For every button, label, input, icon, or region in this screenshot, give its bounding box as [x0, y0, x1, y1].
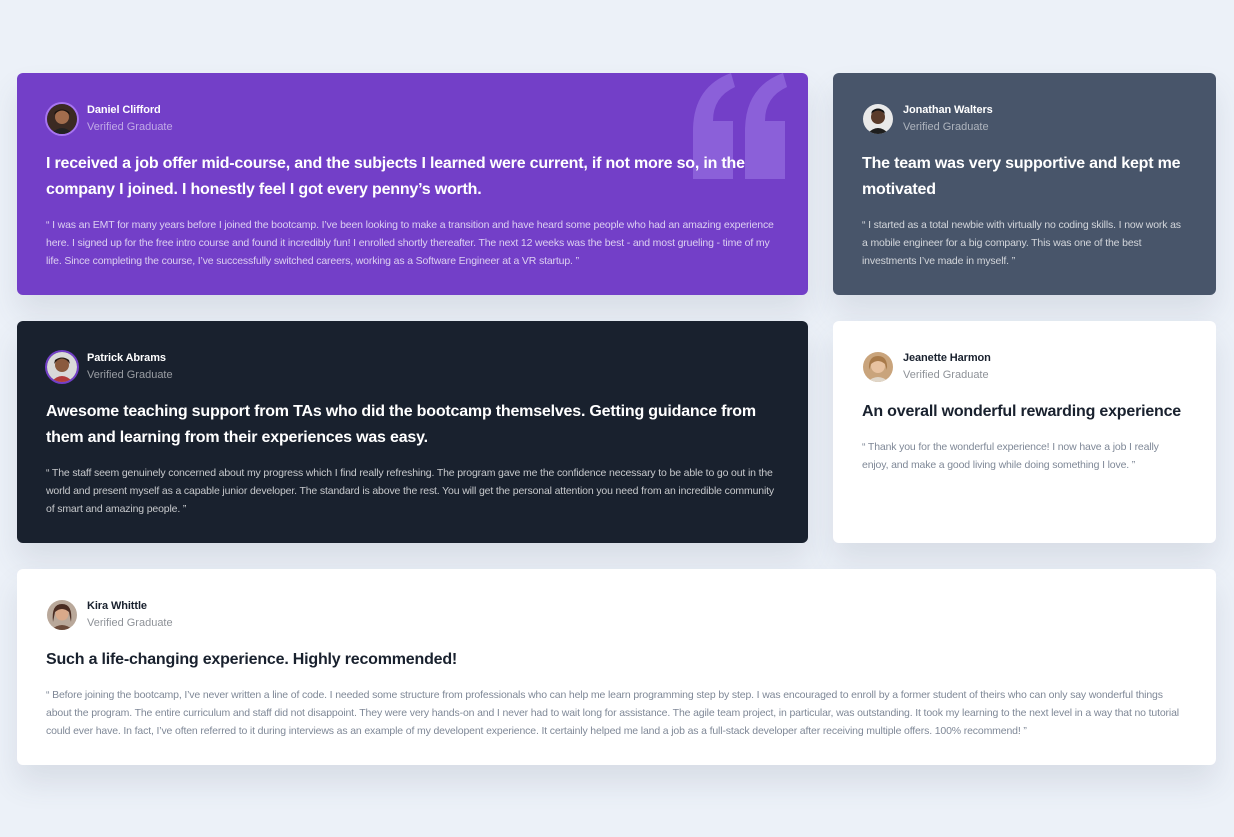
author-role: Verified Graduate [87, 121, 173, 133]
avatar-kira-icon [47, 600, 77, 630]
testimonial-headline: Such a life-changing experience. Highly … [46, 651, 458, 668]
testimonial-card-jeanette: Jeanette Harmon Verified Graduate An ove… [833, 321, 1216, 543]
testimonial-headline: Awesome teaching support from TAs who di… [46, 403, 756, 446]
author-role: Verified Graduate [87, 617, 173, 629]
card-header: Jonathan Walters Verified Graduate [862, 102, 1187, 136]
testimonial-quote: “ The staff seem genuinely concerned abo… [46, 467, 775, 515]
card-header: Jeanette Harmon Verified Graduate [862, 350, 1187, 384]
author-name: Daniel Clifford [87, 104, 161, 116]
testimonial-headline: I received a job offer mid-course, and t… [46, 155, 745, 198]
avatar-patrick-icon [47, 352, 77, 382]
author-role: Verified Graduate [87, 369, 173, 381]
testimonial-quote: “ I was an EMT for many years before I j… [46, 219, 774, 267]
avatar-jonathan-icon [863, 104, 893, 134]
author-name: Patrick Abrams [87, 352, 166, 364]
testimonial-headline: The team was very supportive and kept me… [862, 155, 1181, 198]
testimonial-card-daniel: Daniel Clifford Verified Graduate I rece… [17, 73, 808, 295]
card-header: Daniel Clifford Verified Graduate [46, 102, 779, 136]
testimonial-quote: “ Before joining the bootcamp, I’ve neve… [46, 689, 1179, 737]
author-name: Kira Whittle [87, 600, 147, 612]
testimonial-quote: “ Thank you for the wonderful experience… [862, 441, 1159, 471]
testimonial-headline: An overall wonderful rewarding experienc… [862, 403, 1182, 420]
testimonial-card-patrick: Patrick Abrams Verified Graduate Awesome… [17, 321, 808, 543]
testimonial-card-kira: Kira Whittle Verified Graduate Such a li… [17, 569, 1216, 765]
avatar-jeanette-icon [863, 352, 893, 382]
author-name: Jonathan Walters [903, 104, 993, 116]
author-role: Verified Graduate [903, 121, 989, 133]
card-header: Patrick Abrams Verified Graduate [46, 350, 779, 384]
author-role: Verified Graduate [903, 369, 989, 381]
testimonial-card-jonathan: Jonathan Walters Verified Graduate The t… [833, 73, 1216, 295]
testimonial-quote: “ I started as a total newbie with virtu… [862, 219, 1181, 267]
card-header: Kira Whittle Verified Graduate [46, 598, 1187, 632]
author-name: Jeanette Harmon [903, 352, 991, 364]
avatar-daniel-icon [47, 104, 77, 134]
